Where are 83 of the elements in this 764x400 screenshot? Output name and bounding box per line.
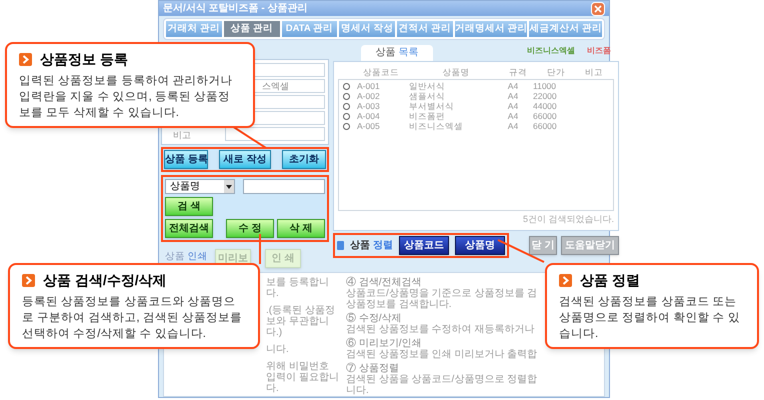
radio-button[interactable] [343,122,350,130]
radio-button[interactable] [343,82,350,90]
list-tab[interactable]: 상품 목록 [361,45,433,61]
help-heading: ⑦ 상품정렬 [346,363,400,374]
logo: 비즈폼 [587,45,611,57]
button[interactable]: 도움말닫기 [561,236,619,255]
table-cell-text: 66000 [533,110,558,122]
button[interactable]: 상품코드 [398,236,449,255]
column-header: 단가 [546,66,566,79]
button[interactable]: 전체검색 [165,219,213,238]
column-header: 상품코드 [362,66,400,79]
sort-label: 상품 정렬 [350,239,393,253]
table-cell-text: 22000 [533,90,558,102]
search-field[interactable] [243,179,325,194]
column-header: 규격 [508,66,528,79]
help-text: 검색된 상품을 상품코드/상품명으로 정렬합니다. [346,374,538,396]
table-cell-text: A4 [506,110,520,122]
help-text: 상품코드/상품명을 기준으로 상품정보를 검 [346,288,538,299]
tab[interactable]: 거래처 관리 [166,21,222,37]
chevron-icon [22,274,35,287]
tab[interactable]: 세금계산서 관리 [529,21,602,37]
help-text: 상품정보를 검색합니다. [346,299,453,310]
tab[interactable]: 거래명세서 관리 [454,21,528,37]
tab[interactable]: 견적서 관리 [397,21,453,37]
table-cell-text: 44000 [533,100,558,112]
help-text: 니다. [266,344,290,355]
button[interactable]: 수 정 [226,219,274,238]
table-cell-text: 비즈폼펀 [409,110,446,122]
help-text: 보를 등록합니다. [266,277,330,299]
table-cell-text: A-002 [356,90,381,102]
radio-button[interactable] [343,92,350,100]
radio-button[interactable] [343,112,350,120]
tab[interactable]: 상품 관리 [224,21,280,37]
help-text: 검색된 상품정보를 인쇄 미리보거나 출력합 [346,349,538,360]
button[interactable]: 상품 등록 [164,150,208,169]
table-cell-text: 비즈니스엑셀 [409,120,464,132]
help-text: 검색된 상품정보를 수정하여 재등록하거나 [346,324,536,335]
chevron-icon [559,274,572,287]
table-cell-text: A-005 [356,120,381,132]
help-text: 위해 비밀번호 입력이 필요합니다. [266,361,340,394]
callout-title: 상품 검색/수정/삭제 [43,271,167,290]
window-title: 문서/서식 포탈비즈폼 - 상품관리 [163,2,308,16]
callout-title: 상품 정렬 [580,271,640,290]
table-cell-text: A4 [506,80,520,92]
status-text: 5건이 검색되었습니다. [522,212,614,226]
logo: 비즈니스엑셀 [527,45,575,57]
help-text: .(등록된 상품정보와 무관합니다.) [266,305,336,338]
button[interactable]: 상품명 [454,236,505,255]
dropdown[interactable]: 상품명 [165,179,235,194]
table-cell-text: A4 [506,120,520,132]
column-header: 비고 [584,66,604,79]
callout-title: 상품정보 등록 [40,50,128,69]
help-heading: ④ 검색/전체검색 [346,277,423,288]
table-cell-text: A-003 [356,100,381,112]
radio-button[interactable] [343,102,350,110]
caret-icon [224,180,234,193]
button[interactable]: 삭 제 [277,219,325,238]
button[interactable]: 닫 기 [529,236,557,255]
table-cell-text: A-004 [356,110,381,122]
help-heading: ⑤ 수정/삭제 [346,313,403,324]
table-cell-text: 샘플서식 [409,90,446,102]
table-cell-text: 일반서식 [409,80,446,92]
button[interactable]: 검 색 [165,197,213,216]
callout-text: 검색된 상품정보를 상품코드 또는 상품명으로 정렬하여 확인할 수 있습니다. [559,295,741,342]
field-label: 비고 [173,130,191,140]
tab[interactable]: 명세서 작성 [339,21,395,37]
table-cell-text: A4 [506,100,520,112]
bullet-icon [337,241,344,250]
column-header: 상품명 [442,66,470,79]
print-label: 상품 인쇄 [165,250,209,264]
table-cell-text: 부서별서식 [409,100,455,112]
button[interactable]: 새로 작성 [219,150,271,169]
table-cell-text: 11000 [533,80,558,92]
button[interactable]: 초기화 [282,150,326,169]
tab[interactable]: DATA 관리 [282,21,338,37]
table-cell-text: 66000 [533,120,558,132]
help-heading: ⑥ 미리보기/인쇄 [346,338,423,349]
chevron-icon [19,53,32,66]
callout-text: 등록된 상품정보를 상품코드와 상품명으로 구분하여 검색하고, 검색된 상품정보를 선택하여 수정/삭제할 수 있습니다. [22,295,243,342]
table-cell-text: A-001 [356,80,381,92]
close-button[interactable] [591,2,605,16]
table-cell-text: A4 [506,90,520,102]
close-icon [594,4,602,12]
